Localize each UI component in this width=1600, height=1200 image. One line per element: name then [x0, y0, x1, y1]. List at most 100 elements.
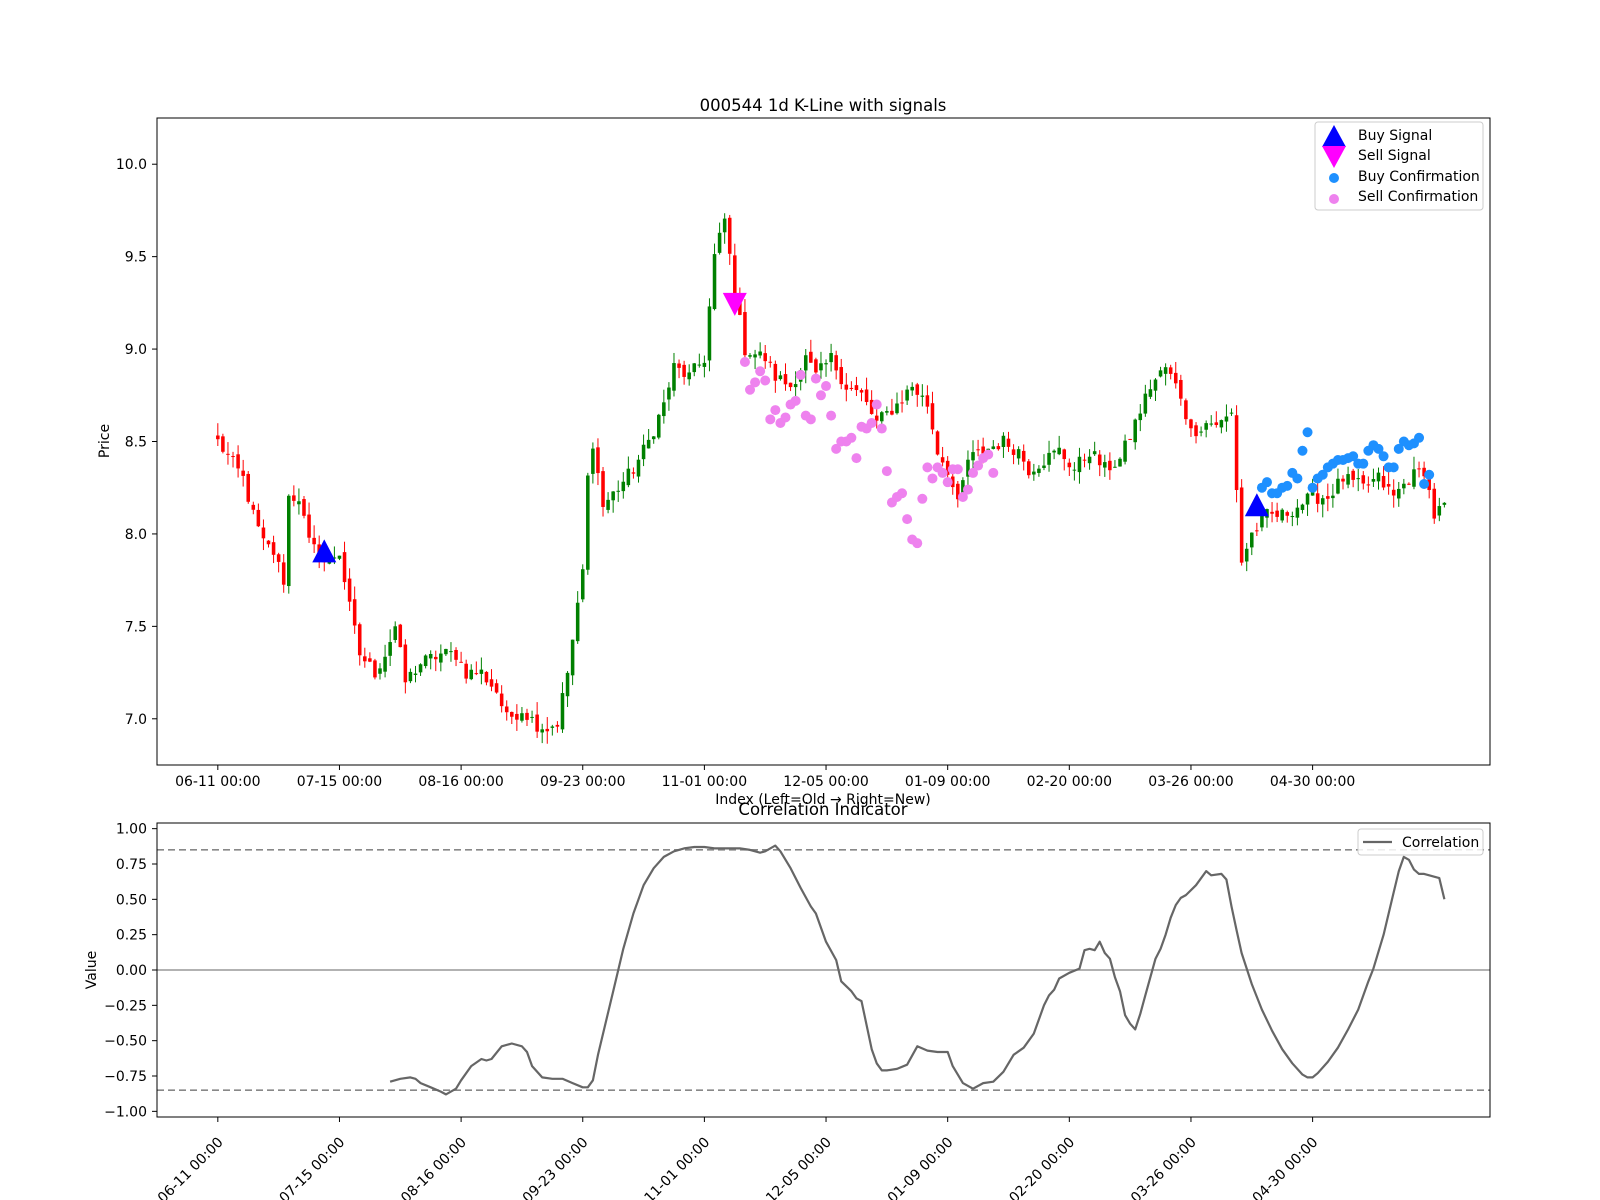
- kline-candle-body: [768, 361, 773, 363]
- kline-candle-body: [1158, 370, 1163, 377]
- kline-candle-body: [616, 490, 621, 492]
- kline-candle-body: [809, 351, 813, 363]
- kline-candle-body: [393, 626, 397, 640]
- correlation-x-tick-label: 12-05 00:00: [763, 1135, 835, 1200]
- kline-candle-body: [363, 656, 367, 662]
- kline-candle-body: [276, 554, 281, 562]
- kline-candle-body: [1366, 484, 1371, 486]
- kline-candle-body: [1082, 459, 1087, 461]
- sell-confirmation-point: [846, 432, 857, 443]
- kline-candle-body: [1402, 483, 1406, 489]
- kline-candle-body: [216, 435, 220, 440]
- sell-confirmation-point: [922, 462, 933, 473]
- correlation-x-tick-label: 03-26 00:00: [1128, 1135, 1200, 1200]
- kline-candle-body: [357, 624, 362, 656]
- kline-candle-body: [976, 449, 980, 451]
- sell-confirmation-point: [912, 538, 923, 549]
- sell-confirmation-point: [942, 477, 953, 488]
- kline-candle-body: [687, 372, 691, 380]
- kline-candle-body: [657, 414, 661, 438]
- kline-candle-body: [1255, 530, 1259, 532]
- kline-candle-body: [1143, 393, 1148, 414]
- kline-candle-body: [423, 655, 428, 667]
- correlation-x-tick-label: 02-20 00:00: [1006, 1135, 1078, 1200]
- kline-candle-body: [1118, 458, 1122, 467]
- kline-candle-body: [996, 446, 1001, 450]
- kline-candle-body: [241, 470, 245, 476]
- kline-candle-body: [454, 649, 458, 660]
- kline-candle-body: [459, 661, 463, 663]
- kline-candle-body: [748, 355, 752, 357]
- kline-candle-body: [864, 389, 869, 402]
- kline-candle-body: [499, 693, 504, 707]
- kline-candle-body: [1280, 509, 1284, 521]
- kline-candle-body: [743, 312, 747, 356]
- kline-y-tick-label: 7.5: [125, 619, 147, 635]
- kline-candle-body: [1341, 478, 1345, 482]
- legend-buy-confirmation-marker: [1329, 173, 1339, 183]
- kline-candle-body: [439, 653, 443, 663]
- correlation-y-label: Value: [84, 951, 100, 989]
- buy-confirmation-point: [1302, 427, 1313, 438]
- kline-candle-body: [504, 706, 509, 713]
- kline-candle-body: [905, 389, 909, 401]
- kline-x-tick-label: 08-16 00:00: [418, 774, 503, 790]
- kline-candle-body: [535, 714, 539, 732]
- kline-candle-body: [606, 499, 610, 510]
- kline-candle-body: [1016, 449, 1021, 459]
- kline-candle-body: [1123, 440, 1127, 462]
- kline-candle-body: [489, 679, 494, 687]
- kline-candle-body: [1148, 389, 1153, 397]
- kline-x-tick-label: 12-05 00:00: [783, 774, 868, 790]
- kline-candle-body: [545, 728, 550, 732]
- kline-candle-body: [773, 363, 778, 381]
- kline-candle-body: [601, 471, 605, 507]
- kline-candle-body: [1361, 475, 1366, 484]
- kline-candle-body: [444, 648, 448, 655]
- kline-candle-body: [1386, 484, 1391, 487]
- kline-candle-body: [292, 495, 296, 501]
- kline-candle-body: [783, 374, 788, 385]
- kline-candle-body: [626, 468, 631, 486]
- sell-confirmation-point: [790, 395, 801, 406]
- correlation-y-tick-label: 0.50: [116, 892, 147, 908]
- legend-sell-confirmation-label: Sell Confirmation: [1358, 189, 1478, 205]
- sell-confirmation-point: [988, 467, 999, 478]
- kline-candle-body: [667, 387, 671, 400]
- kline-candle-body: [281, 562, 286, 585]
- kline-candle-body: [388, 642, 392, 656]
- correlation-x-tick-label: 01-09 00:00: [885, 1135, 957, 1200]
- kline-candle-body: [1381, 475, 1386, 488]
- kline-candle-body: [895, 403, 899, 414]
- kline-candle-body: [1229, 412, 1234, 414]
- kline-candle-body: [368, 658, 372, 662]
- kline-candle-body: [697, 364, 702, 366]
- kline-y-ticks: 7.0 7.5 8.0 8.5 9.0 9.5 10.0: [116, 157, 157, 728]
- correlation-y-tick-label: −1.00: [104, 1104, 147, 1120]
- buy-confirmation-point: [1378, 451, 1389, 462]
- kline-candle-body: [484, 671, 489, 683]
- kline-x-ticks: 06-11 00:00 07-15 00:00 08-16 00:00 09-23 0…: [175, 765, 1355, 790]
- kline-candle-body: [261, 527, 266, 539]
- sell-confirmation-point: [815, 390, 826, 401]
- kline-y-tick-label: 10.0: [116, 157, 147, 173]
- kline-candle-body: [844, 384, 849, 390]
- kline-candle-body: [814, 359, 818, 373]
- sell-confirmation-point: [983, 449, 994, 460]
- kline-candle-body: [1077, 456, 1082, 473]
- kline-candle-body: [449, 651, 453, 653]
- kline-candle-body: [266, 540, 271, 545]
- kline-candle-body: [880, 412, 884, 422]
- kline-candle-body: [839, 367, 844, 385]
- kline-candle-body: [1371, 479, 1376, 482]
- kline-candle-body: [631, 472, 636, 474]
- kline-candle-body: [1396, 488, 1401, 499]
- kline-candle-body: [565, 672, 570, 697]
- kline-panel: 000544 1d K-Line with signals 7.0 7.5 8.0 8…: [97, 96, 1491, 808]
- kline-candle-body: [408, 671, 413, 682]
- kline-candle-body: [1290, 516, 1295, 518]
- buy-confirmation-point: [1388, 462, 1399, 473]
- kline-candle-body: [920, 395, 925, 397]
- kline-candle-body: [226, 453, 230, 455]
- kline-candle-body: [479, 669, 484, 674]
